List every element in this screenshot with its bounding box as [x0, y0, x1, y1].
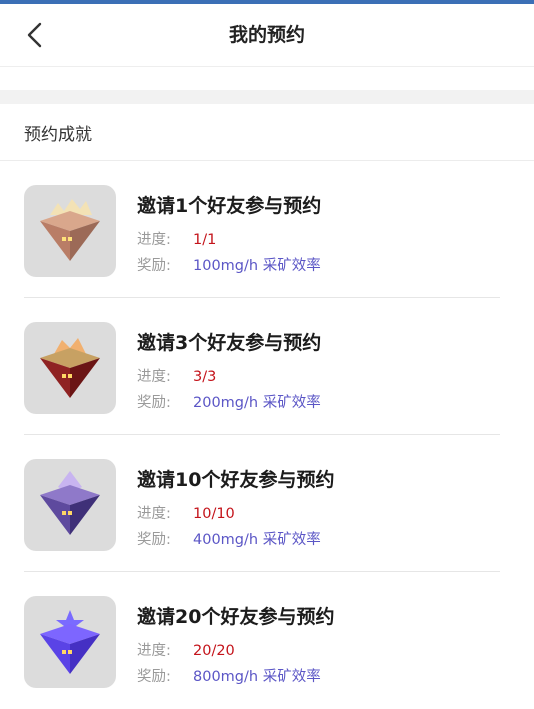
reward-value: 400mg/h 采矿效率: [193, 532, 321, 548]
progress-value: 10/10: [193, 506, 235, 522]
achievement-list: 邀请1个好友参与预约 进度: 1/1 奖励: 100mg/h 采矿效率 邀请3个好友…: [0, 161, 534, 709]
achievement-item[interactable]: 邀请1个好友参与预约 进度: 1/1 奖励: 100mg/h 采矿效率: [0, 161, 534, 298]
achievement-title: 邀请20个好友参与预约: [137, 606, 335, 628]
achievement-title: 邀请10个好友参与预约: [137, 469, 335, 491]
reward-label: 奖励:: [137, 258, 171, 274]
achievement-title: 邀请1个好友参与预约: [137, 195, 322, 217]
progress-value: 3/3: [193, 369, 217, 385]
progress-row: 进度: 20/20: [137, 639, 235, 660]
achievement-item[interactable]: 邀请3个好友参与预约 进度: 3/3 奖励: 200mg/h 采矿效率: [0, 298, 534, 435]
house-crystal-tier1-icon: [24, 185, 116, 277]
progress-row: 进度: 1/1: [137, 228, 216, 249]
reward-row: 奖励: 800mg/h 采矿效率: [137, 665, 321, 686]
achievement-item[interactable]: 邀请10个好友参与预约 进度: 10/10 奖励: 400mg/h 采矿效率: [0, 435, 534, 572]
reward-value: 200mg/h 采矿效率: [193, 395, 321, 411]
reward-value: 800mg/h 采矿效率: [193, 669, 321, 685]
house-crystal-tier4-icon: [24, 596, 116, 688]
reward-label: 奖励:: [137, 669, 171, 685]
progress-value: 1/1: [193, 232, 217, 248]
section-gap: [0, 90, 534, 104]
progress-label: 进度:: [137, 643, 171, 659]
reward-row: 奖励: 100mg/h 采矿效率: [137, 254, 321, 275]
section-title: 预约成就: [24, 125, 92, 145]
reward-label: 奖励:: [137, 532, 171, 548]
progress-value: 20/20: [193, 643, 235, 659]
reward-row: 奖励: 200mg/h 采矿效率: [137, 391, 321, 412]
progress-label: 进度:: [137, 506, 171, 522]
reward-value: 100mg/h 采矿效率: [193, 258, 321, 274]
reward-label: 奖励:: [137, 395, 171, 411]
page-title: 我的预约: [228, 24, 305, 46]
achievement-title: 邀请3个好友参与预约: [137, 332, 322, 354]
progress-row: 进度: 3/3: [137, 365, 216, 386]
progress-label: 进度:: [137, 232, 171, 248]
progress-row: 进度: 10/10: [137, 502, 235, 523]
nav-bar: 我的预约: [0, 4, 534, 67]
achievement-item[interactable]: 邀请20个好友参与预约 进度: 20/20 奖励: 800mg/h 采矿效率: [0, 572, 534, 709]
house-crystal-tier2-icon: [24, 322, 116, 414]
house-crystal-tier3-icon: [24, 459, 116, 551]
progress-label: 进度:: [137, 369, 171, 385]
reward-row: 奖励: 400mg/h 采矿效率: [137, 528, 321, 549]
